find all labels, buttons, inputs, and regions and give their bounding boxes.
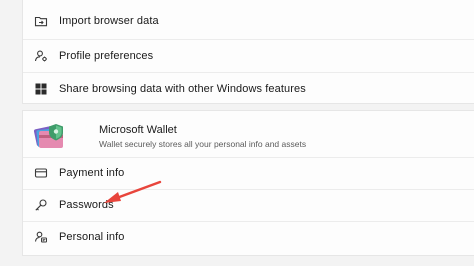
personal-info-label: Personal info bbox=[59, 231, 125, 243]
import-browser-data-row[interactable]: Import browser data bbox=[23, 5, 474, 37]
personal-info-row[interactable]: Personal info bbox=[23, 221, 474, 253]
folder-import-icon bbox=[34, 14, 48, 28]
settings-card-browser: Import browser data Profile preferences … bbox=[22, 0, 474, 104]
passwords-row[interactable]: Passwords bbox=[23, 189, 474, 221]
payment-info-label: Payment info bbox=[59, 167, 125, 179]
person-id-icon bbox=[34, 230, 48, 244]
payment-info-row[interactable]: Payment info bbox=[23, 157, 474, 189]
wallet-card: Microsoft Wallet Wallet securely stores … bbox=[22, 110, 474, 256]
credit-card-icon bbox=[34, 166, 48, 180]
profile-preferences-row[interactable]: Profile preferences bbox=[23, 40, 474, 72]
share-browsing-data-row[interactable]: Share browsing data with other Windows f… bbox=[23, 73, 474, 105]
profile-settings-icon bbox=[34, 49, 48, 63]
wallet-description: Wallet securely stores all your personal… bbox=[99, 139, 307, 149]
profile-preferences-label: Profile preferences bbox=[59, 50, 154, 62]
windows-icon bbox=[34, 82, 48, 96]
wallet-title: Microsoft Wallet bbox=[99, 124, 177, 136]
share-browsing-data-label: Share browsing data with other Windows f… bbox=[59, 83, 306, 95]
import-browser-data-label: Import browser data bbox=[59, 15, 159, 27]
key-icon bbox=[34, 198, 48, 212]
wallet-icon bbox=[33, 120, 71, 150]
wallet-header[interactable]: Microsoft Wallet Wallet securely stores … bbox=[23, 111, 474, 157]
passwords-label: Passwords bbox=[59, 199, 114, 211]
